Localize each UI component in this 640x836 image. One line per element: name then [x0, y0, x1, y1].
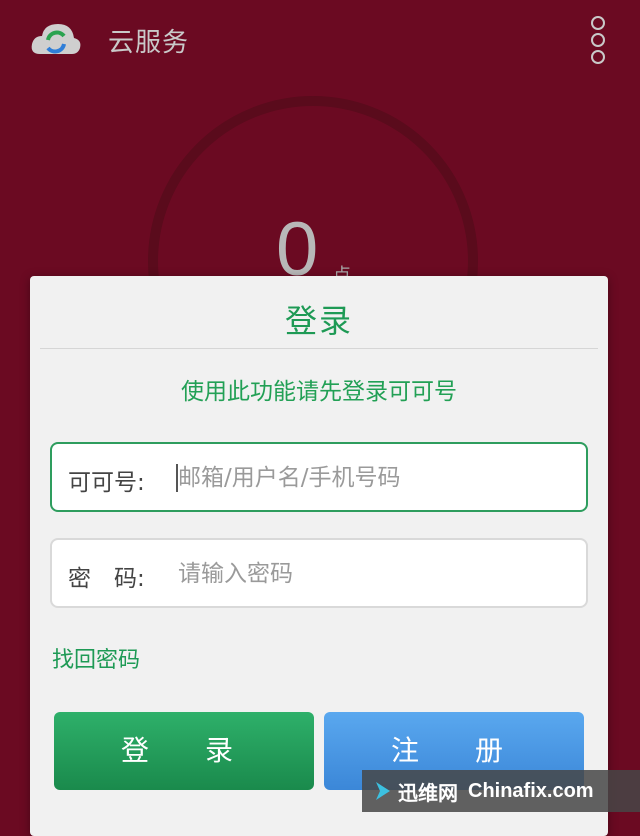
account-field[interactable]: 可可号:: [50, 442, 588, 512]
account-field-label: 可可号:: [68, 470, 145, 496]
password-field-label: 密 码:: [68, 566, 145, 592]
dialog-title: 登录: [284, 302, 353, 340]
login-dialog: 登录 使用此功能请先登录可可号 可可号: 密 码: 找回密码 登 录 注 册: [30, 276, 608, 836]
watermark: 迅维网 Chinafix.com: [362, 770, 640, 812]
app-bar: 云服务: [0, 0, 640, 84]
login-button[interactable]: 登 录: [54, 712, 314, 790]
more-vertical-icon[interactable]: [586, 16, 610, 64]
cloud-sync-icon[interactable]: [28, 16, 84, 62]
password-field[interactable]: 密 码:: [50, 538, 588, 608]
dialog-divider: [40, 348, 598, 349]
chevron-right-icon: [376, 782, 390, 800]
watermark-cn: 迅维网: [398, 782, 458, 805]
forgot-password-link[interactable]: 找回密码: [52, 642, 140, 674]
app-title: 云服务: [108, 28, 190, 58]
watermark-en: Chinafix.com: [468, 779, 594, 802]
password-input[interactable]: [176, 552, 580, 596]
dialog-hint: 使用此功能请先登录可可号: [181, 379, 457, 405]
text-caret: [176, 464, 178, 492]
account-input[interactable]: [176, 456, 580, 500]
